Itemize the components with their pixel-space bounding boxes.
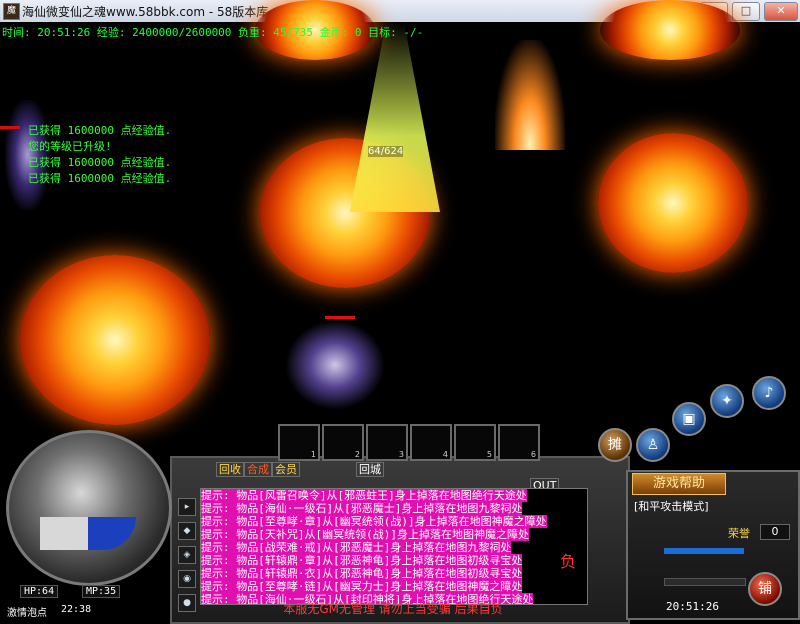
chat-line: 提示: 物品[战荣难·戒]从[邪恶魔士]身上掉落在地图九黎祠处	[201, 541, 512, 554]
chat-side-text: 负	[560, 552, 577, 571]
fire-fountain	[495, 40, 565, 150]
chat-log[interactable]: 提示: 物品[风雷召唤令]从[邪恶蛀王]身上掉落在地图绝行天途处 提示: 物品[…	[200, 488, 588, 605]
tab-compose[interactable]: 合成	[244, 462, 272, 477]
tab-return-city[interactable]: 回城	[356, 462, 384, 477]
maximize-button[interactable]: □	[732, 2, 760, 21]
fireball	[20, 255, 210, 425]
fireball	[598, 133, 748, 273]
skill-slot[interactable]: 3	[366, 424, 408, 461]
chat-line: 提示: 物品[轩辕鼎·衣]从[邪恶神龟]身上掉落在地图初级寻宝处	[201, 567, 523, 580]
side-icon[interactable]: ◉	[178, 570, 196, 588]
mp-stat: MP:35	[82, 585, 121, 598]
close-button[interactable]: ✕	[764, 2, 798, 21]
chat-line: 提示: 物品[海仙·一级石]从[邪恶魔士]身上掉落在地图九黎祠处	[201, 502, 523, 515]
tab-member[interactable]: 会员	[272, 462, 300, 477]
skills-icon-button[interactable]: ✦	[710, 384, 744, 418]
clock: 20:51:26	[666, 600, 719, 613]
honor-value: 0	[760, 524, 790, 540]
hp-mp-orb	[6, 430, 172, 586]
honor-label: 荣誉	[728, 527, 750, 540]
system-message: 已获得 1600000 点经验值.	[28, 124, 172, 137]
level-time: 22:38	[61, 604, 92, 615]
hp-fill	[40, 517, 88, 550]
slot-number: 1	[310, 450, 316, 459]
skill-slot[interactable]: 5	[454, 424, 496, 461]
chat-line: 提示: 物品[至尊哮·链]从[幽冥力士]身上掉落在地图神魔之障处	[201, 580, 523, 593]
side-icon[interactable]: ◆	[178, 522, 196, 540]
chat-line: 提示: 物品[天补咒]从[幽冥统领(战)]身上掉落在地图神魔之障处	[201, 528, 529, 541]
skill-slot[interactable]: 6	[498, 424, 540, 461]
mp-bar	[664, 548, 744, 554]
skill-slot[interactable]: 4	[410, 424, 452, 461]
slot-number: 3	[398, 450, 404, 459]
attack-mode[interactable]: [和平攻击模式]	[634, 498, 709, 514]
bag-icon-button[interactable]: ▣	[672, 402, 706, 436]
game-help-button[interactable]: 游戏帮助	[632, 473, 726, 495]
shop-button[interactable]: 铺	[748, 572, 782, 606]
skill-slot[interactable]: 2	[322, 424, 364, 461]
window-title: 海仙微变仙之魂www.58bbk.com - 58版本库	[22, 5, 269, 19]
skill-slot[interactable]: 1	[278, 424, 320, 461]
chat-line: 提示: 物品[风雷召唤令]从[邪恶蛀王]身上掉落在地图绝行天途处	[201, 489, 527, 502]
exp-bar	[664, 578, 746, 586]
slot-number: 6	[530, 450, 536, 459]
tab-recover[interactable]: 回收	[216, 462, 244, 477]
left-hp-bar	[0, 126, 20, 129]
slot-number: 2	[354, 450, 360, 459]
fireball	[600, 0, 740, 60]
chat-warning-footer: 本服无GM无管理 请勿上当受骗 后果自负	[283, 602, 503, 616]
system-message: 已获得 1600000 点经验值.	[28, 156, 172, 169]
trade-stall-button[interactable]: 摊	[598, 428, 632, 462]
sound-icon-button[interactable]: ♪	[752, 376, 786, 410]
hp-stat: HP:64	[20, 585, 59, 598]
lightning-effect[interactable]	[285, 320, 385, 410]
chat-line: 提示: 物品[轩辕鼎·章]从[邪恶神龟]身上掉落在地图初级寻宝处	[201, 554, 523, 567]
enemy-hp-bar	[325, 316, 355, 319]
slot-number: 4	[442, 450, 448, 459]
side-icon[interactable]: ◈	[178, 546, 196, 564]
system-message: 已获得 1600000 点经验值.	[28, 172, 172, 185]
system-message: 您的等级已升级!	[28, 140, 112, 153]
character-icon-button[interactable]: ♙	[636, 428, 670, 462]
status-line: 时间: 20:51:26 经验: 2400000/2600000 负重: 45/…	[2, 26, 424, 39]
chat-line: 提示: 物品[至尊哮·章]从[幽冥统领(战)]身上掉落在地图神魔之障处	[201, 515, 547, 528]
side-icon[interactable]: ●	[178, 594, 196, 612]
level-label: 激情泡点	[7, 608, 47, 619]
player-hp-label: 64/624	[368, 146, 404, 157]
side-icon[interactable]: ▸	[178, 498, 196, 516]
app-icon: 魔	[3, 3, 20, 20]
slot-number: 5	[486, 450, 492, 459]
